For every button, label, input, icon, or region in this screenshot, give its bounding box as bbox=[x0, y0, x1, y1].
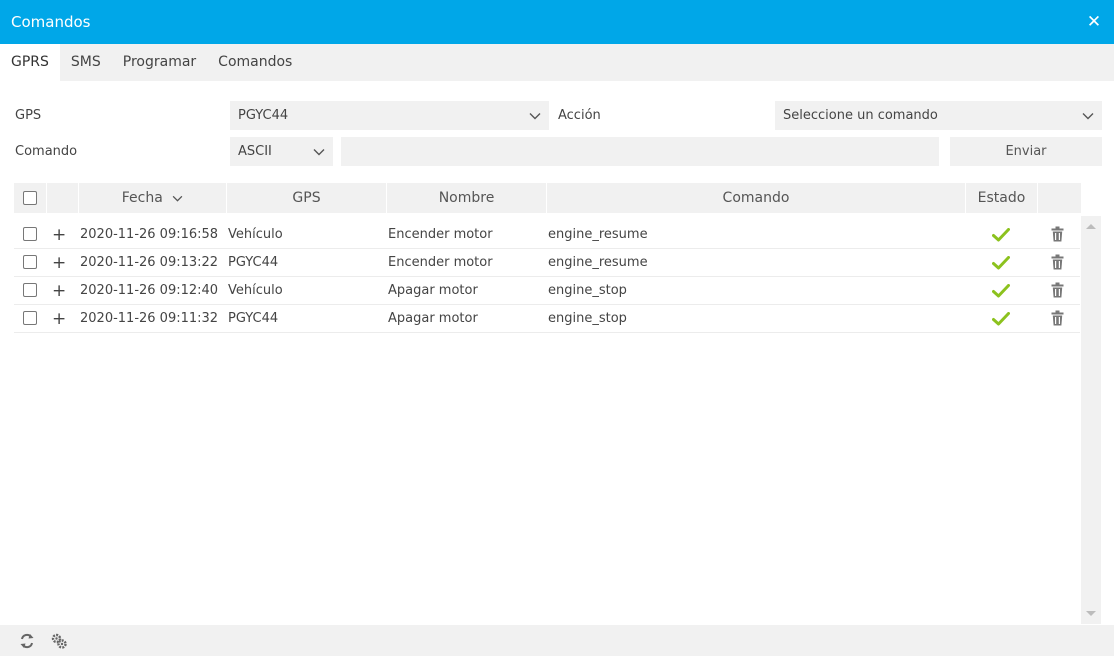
trash-icon[interactable] bbox=[1051, 305, 1064, 333]
format-select[interactable]: ASCII bbox=[230, 137, 333, 166]
check-icon bbox=[992, 249, 1010, 277]
header-fecha-label: Fecha bbox=[121, 190, 163, 206]
select-all-checkbox[interactable] bbox=[23, 191, 37, 205]
accion-label: Acción bbox=[558, 108, 601, 123]
cell-nombre: Encender motor bbox=[388, 227, 493, 242]
trash-icon[interactable] bbox=[1051, 277, 1064, 305]
table-row[interactable]: + 2020-11-26 09:13:22 PGYC44 Encender mo… bbox=[14, 249, 1080, 277]
table-row[interactable]: + 2020-11-26 09:12:40 Vehículo Apagar mo… bbox=[14, 277, 1080, 305]
table-scrollbar[interactable] bbox=[1081, 216, 1101, 624]
cell-gps: Vehículo bbox=[228, 227, 283, 242]
expand-plus-icon[interactable]: + bbox=[52, 221, 66, 249]
gps-label: GPS bbox=[15, 108, 42, 123]
close-icon[interactable]: ✕ bbox=[1084, 12, 1104, 32]
cell-comando: engine_resume bbox=[548, 255, 648, 270]
header-expand-cell bbox=[47, 183, 79, 213]
cell-fecha: 2020-11-26 09:16:58 bbox=[80, 227, 219, 242]
cell-gps: PGYC44 bbox=[228, 311, 279, 326]
row-checkbox[interactable] bbox=[23, 227, 37, 241]
row-checkbox[interactable] bbox=[23, 283, 37, 297]
gps-select-value: PGYC44 bbox=[238, 108, 289, 123]
comando-label: Comando bbox=[15, 144, 78, 159]
table-row[interactable]: + 2020-11-26 09:11:32 PGYC44 Apagar moto… bbox=[14, 305, 1080, 333]
chevron-down-icon bbox=[172, 195, 183, 202]
cell-comando: engine_resume bbox=[548, 227, 648, 242]
header-comando[interactable]: Comando bbox=[547, 183, 966, 213]
header-nombre[interactable]: Nombre bbox=[387, 183, 547, 213]
trash-icon[interactable] bbox=[1051, 221, 1064, 249]
scroll-down-icon[interactable] bbox=[1086, 611, 1096, 616]
chevron-down-icon bbox=[1082, 112, 1094, 119]
commands-window: Comandos ✕ GPRS SMS Programar Comandos G… bbox=[0, 0, 1114, 656]
expand-plus-icon[interactable]: + bbox=[52, 277, 66, 305]
header-gps[interactable]: GPS bbox=[227, 183, 387, 213]
table-body: + 2020-11-26 09:16:58 Vehículo Encender … bbox=[14, 221, 1080, 333]
accion-select-value: Seleccione un comando bbox=[783, 108, 938, 123]
table-row[interactable]: + 2020-11-26 09:16:58 Vehículo Encender … bbox=[14, 221, 1080, 249]
cell-comando: engine_stop bbox=[548, 311, 627, 326]
cell-gps: Vehículo bbox=[228, 283, 283, 298]
trash-icon[interactable] bbox=[1051, 249, 1064, 277]
send-button[interactable]: Enviar bbox=[950, 137, 1102, 166]
cell-gps: PGYC44 bbox=[228, 255, 279, 270]
tab-gprs[interactable]: GPRS bbox=[0, 44, 60, 81]
chevron-down-icon bbox=[313, 148, 325, 155]
cell-fecha: 2020-11-26 09:11:32 bbox=[80, 311, 219, 326]
header-actions-cell bbox=[1038, 183, 1076, 213]
check-icon bbox=[992, 305, 1010, 333]
expand-plus-icon[interactable]: + bbox=[52, 249, 66, 277]
header-estado[interactable]: Estado bbox=[966, 183, 1038, 213]
check-icon bbox=[992, 277, 1010, 305]
cell-nombre: Apagar motor bbox=[388, 283, 478, 298]
cell-nombre: Encender motor bbox=[388, 255, 493, 270]
expand-plus-icon[interactable]: + bbox=[52, 305, 66, 333]
footer-toolbar bbox=[0, 625, 1114, 656]
window-title: Comandos bbox=[11, 13, 91, 31]
format-select-value: ASCII bbox=[238, 144, 272, 159]
header-select-all-cell bbox=[14, 183, 47, 213]
cell-fecha: 2020-11-26 09:12:40 bbox=[80, 283, 219, 298]
cell-comando: engine_stop bbox=[548, 283, 627, 298]
accion-select[interactable]: Seleccione un comando bbox=[775, 101, 1102, 130]
header-fecha[interactable]: Fecha bbox=[79, 183, 227, 213]
check-icon bbox=[992, 221, 1010, 249]
cell-nombre: Apagar motor bbox=[388, 311, 478, 326]
table-header: Fecha GPS Nombre Comando Estado bbox=[14, 183, 1081, 213]
row-checkbox[interactable] bbox=[23, 311, 37, 325]
tab-comandos[interactable]: Comandos bbox=[207, 44, 303, 81]
command-input[interactable] bbox=[341, 137, 939, 166]
tab-programar[interactable]: Programar bbox=[112, 44, 207, 81]
title-bar: Comandos ✕ bbox=[0, 0, 1114, 44]
chevron-down-icon bbox=[529, 112, 541, 119]
gps-select[interactable]: PGYC44 bbox=[230, 101, 549, 130]
tab-sms[interactable]: SMS bbox=[60, 44, 112, 81]
row-checkbox[interactable] bbox=[23, 255, 37, 269]
tab-bar: GPRS SMS Programar Comandos bbox=[0, 44, 1114, 81]
settings-icon[interactable] bbox=[50, 632, 68, 650]
scroll-up-icon[interactable] bbox=[1086, 224, 1096, 229]
cell-fecha: 2020-11-26 09:13:22 bbox=[80, 255, 219, 270]
refresh-icon[interactable] bbox=[18, 632, 36, 650]
